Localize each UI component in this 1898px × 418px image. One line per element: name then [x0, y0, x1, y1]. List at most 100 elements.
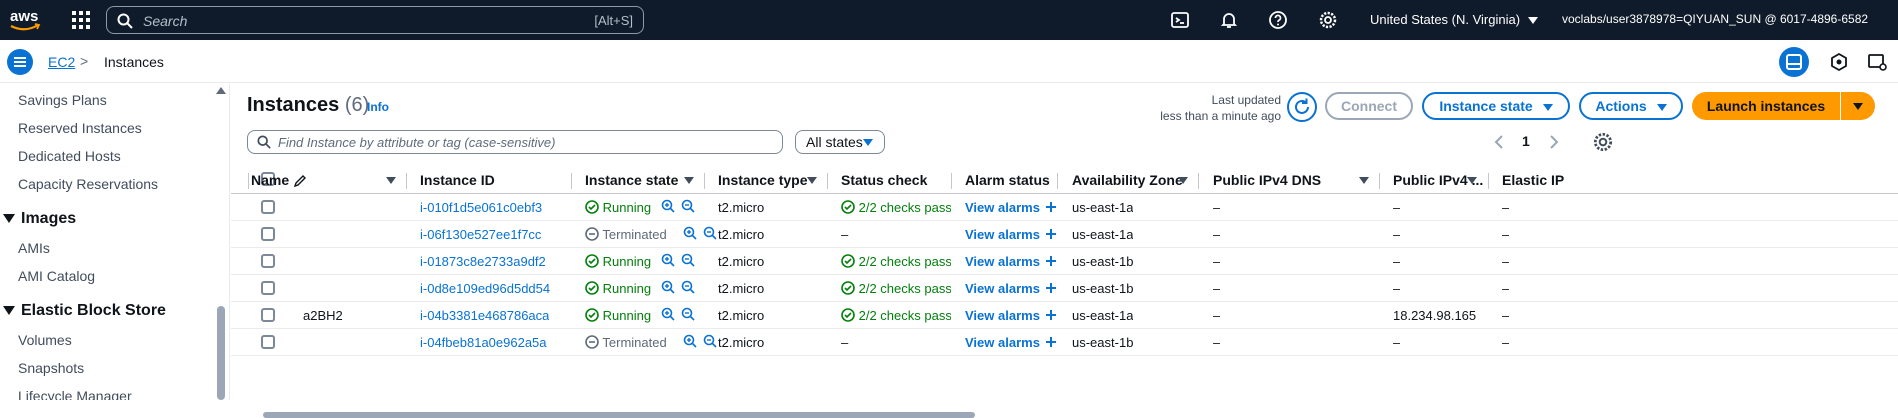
help-icon[interactable] [1268, 10, 1288, 30]
services-grid-icon[interactable] [72, 11, 90, 29]
notifications-bell-icon[interactable] [1219, 10, 1239, 30]
aws-logo[interactable]: aws [8, 6, 42, 34]
cell-instance-id-link[interactable]: i-01873c8e2733a9df2 [420, 254, 546, 269]
cell-availability-zone: us-east-1b [1072, 281, 1134, 296]
actions-button[interactable]: Actions [1579, 92, 1683, 120]
breadcrumb-ec2-link[interactable]: EC2 [48, 54, 75, 70]
sort-caret-icon[interactable] [807, 177, 817, 184]
sidebar-item-capacity-reservations[interactable]: Capacity Reservations [18, 176, 158, 192]
cell-instance-id-link[interactable]: i-04b3381e468786aca [420, 308, 549, 323]
sidebar-item-lifecycle-manager[interactable]: Lifecycle Manager [18, 388, 132, 400]
sidebar-scrollbar[interactable] [217, 306, 225, 400]
column-header-elastic-ip[interactable]: Elastic IP [1502, 172, 1564, 188]
chevron-right-icon[interactable] [1549, 135, 1559, 149]
zoom-out-icon[interactable] [703, 334, 717, 351]
chevron-left-icon[interactable] [1494, 135, 1504, 149]
sort-caret-icon[interactable] [1359, 177, 1369, 184]
zoom-in-icon[interactable] [683, 334, 697, 351]
column-header-availability-zone[interactable]: Availability Zone [1072, 172, 1183, 188]
top-navigation: aws Search [Alt+S] United States (N. Vir… [0, 0, 1898, 40]
row-checkbox[interactable] [261, 227, 275, 241]
refresh-button[interactable] [1287, 92, 1317, 122]
states-select[interactable]: All states [795, 130, 885, 154]
check-passed-icon [841, 281, 855, 296]
settings-gear-icon[interactable] [1318, 10, 1338, 30]
row-checkbox[interactable] [261, 308, 275, 322]
plus-icon [1040, 308, 1057, 323]
sidebar-item-savings-plans[interactable]: Savings Plans [18, 92, 107, 108]
zoom-in-icon[interactable] [661, 199, 675, 216]
view-alarms-link[interactable]: View alarms [965, 227, 1057, 242]
instance-filter-input[interactable]: Find Instance by attribute or tag (case-… [247, 130, 783, 154]
column-header-public-ipv4-dns[interactable]: Public IPv4 DNS [1213, 172, 1321, 188]
launch-instances-dropdown[interactable] [1841, 92, 1875, 120]
sort-caret-icon[interactable] [1467, 177, 1477, 184]
sort-caret-icon[interactable] [386, 177, 396, 184]
zoom-out-icon[interactable] [681, 199, 695, 216]
connect-button[interactable]: Connect [1325, 92, 1413, 120]
row-checkbox[interactable] [261, 335, 275, 349]
account-menu[interactable]: voclabs/user3878978=QIYUAN_SUN @ 6017-48… [1562, 12, 1868, 26]
cell-instance-id-link[interactable]: i-010f1d5e061c0ebf3 [420, 200, 542, 215]
table-row[interactable]: i-0d8e109ed96d5dd54 Running t2.micro 2/2 … [231, 275, 1898, 302]
table-row[interactable]: a2BH2 i-04b3381e468786aca Running t2.micro… [231, 302, 1898, 329]
horizontal-scrollbar[interactable] [263, 412, 975, 418]
sidebar-section-images[interactable]: Images [0, 210, 76, 228]
preferences-gear-icon[interactable] [1592, 131, 1614, 153]
cloudshell-icon[interactable] [1170, 10, 1190, 30]
check-passed-icon [841, 200, 855, 215]
zoom-out-icon[interactable] [681, 253, 695, 270]
column-header-instance-type[interactable]: Instance type [718, 172, 807, 188]
global-search-input[interactable]: Search [Alt+S] [106, 6, 644, 34]
column-header-instance-id[interactable]: Instance ID [420, 172, 495, 188]
split-panel-toggle-button[interactable] [1779, 47, 1809, 77]
table-row[interactable]: i-04fbeb81a0e962a5a Terminated t2.micro – V… [231, 329, 1898, 356]
view-alarms-link[interactable]: View alarms [965, 335, 1057, 350]
table-row[interactable]: i-06f130e527ee1f7cc Terminated t2.micro – V… [231, 221, 1898, 248]
region-selector[interactable]: United States (N. Virginia) [1370, 12, 1539, 27]
sidebar-item-ami-catalog[interactable]: AMI Catalog [18, 268, 95, 284]
notifications-panel-icon[interactable] [1824, 47, 1854, 77]
edit-pencil-icon[interactable] [293, 174, 307, 188]
zoom-in-icon[interactable] [661, 307, 675, 324]
menu-toggle-button[interactable] [7, 49, 33, 75]
table-row[interactable]: i-01873c8e2733a9df2 Running t2.micro 2/2 … [231, 248, 1898, 275]
zoom-out-icon[interactable] [681, 307, 695, 324]
launch-instances-button[interactable]: Launch instances [1692, 92, 1840, 120]
column-header-status-check[interactable]: Status check [841, 172, 927, 188]
zoom-in-icon[interactable] [661, 253, 675, 270]
row-checkbox[interactable] [261, 200, 275, 214]
column-header-instance-state[interactable]: Instance state [585, 172, 678, 188]
page-number[interactable]: 1 [1522, 133, 1530, 149]
zoom-in-icon[interactable] [683, 226, 697, 243]
sort-caret-icon[interactable] [1178, 177, 1188, 184]
view-alarms-link[interactable]: View alarms [965, 254, 1057, 269]
cell-instance-id-link[interactable]: i-06f130e527ee1f7cc [420, 227, 541, 242]
info-link[interactable]: Info [367, 100, 389, 114]
zoom-out-icon[interactable] [703, 226, 717, 243]
view-alarms-link[interactable]: View alarms [965, 200, 1057, 215]
instance-state-button[interactable]: Instance state [1422, 92, 1570, 120]
cell-instance-id-link[interactable]: i-0d8e109ed96d5dd54 [420, 281, 550, 296]
cell-instance-id-link[interactable]: i-04fbeb81a0e962a5a [420, 335, 547, 350]
zoom-out-icon[interactable] [681, 280, 695, 297]
view-alarms-link[interactable]: View alarms [965, 308, 1057, 323]
column-header-alarm-status[interactable]: Alarm status [965, 172, 1050, 188]
sidebar-item-snapshots[interactable]: Snapshots [18, 360, 84, 376]
sidebar-section-ebs[interactable]: Elastic Block Store [0, 302, 166, 320]
column-header-name[interactable]: Name [251, 172, 307, 188]
row-checkbox[interactable] [261, 254, 275, 268]
scroll-up-arrow[interactable] [216, 87, 226, 94]
sidebar-item-dedicated-hosts[interactable]: Dedicated Hosts [18, 148, 121, 164]
sidebar-section-label: Elastic Block Store [21, 302, 166, 319]
table-row[interactable]: i-010f1d5e061c0ebf3 Running t2.micro 2/2 … [231, 194, 1898, 221]
row-checkbox[interactable] [261, 281, 275, 295]
view-alarms-link[interactable]: View alarms [965, 281, 1057, 296]
zoom-in-icon[interactable] [661, 280, 675, 297]
cell-public-ipv4: 18.234.98.165 [1393, 308, 1477, 323]
sidebar-item-volumes[interactable]: Volumes [18, 332, 72, 348]
tools-panel-icon[interactable] [1862, 47, 1892, 77]
sort-caret-icon[interactable] [684, 177, 694, 184]
sidebar-item-reserved-instances[interactable]: Reserved Instances [18, 120, 142, 136]
sidebar-item-amis[interactable]: AMIs [18, 240, 50, 256]
